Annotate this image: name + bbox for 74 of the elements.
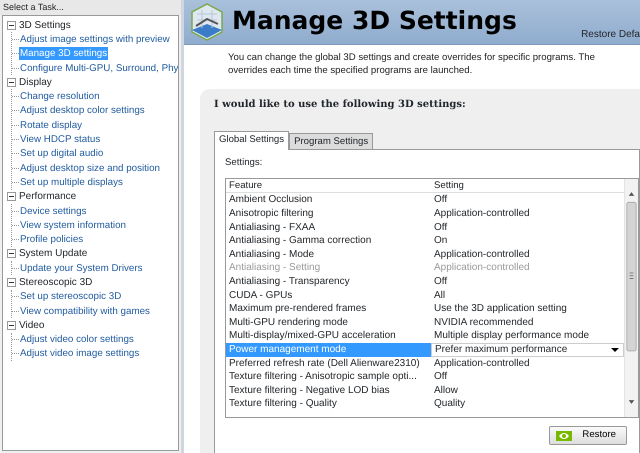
tree-link[interactable]: View system information xyxy=(19,218,127,232)
tree-link[interactable]: Set up digital audio xyxy=(19,147,104,160)
table-cell-text: Off xyxy=(433,220,448,234)
table-cell-text: Off xyxy=(433,193,448,207)
table-cell-text: Application-controlled xyxy=(433,206,531,221)
table-cell-text: All xyxy=(433,288,446,302)
tree-link[interactable]: Device settings xyxy=(19,204,88,218)
table-cell[interactable]: Antialiasing - Transparency xyxy=(226,274,431,289)
column-header[interactable]: Feature xyxy=(226,179,431,192)
collapse-toggle-icon[interactable] xyxy=(7,192,16,202)
table-cell-text: Application-controlled xyxy=(433,248,531,262)
tree-group-label[interactable]: Video xyxy=(19,318,44,333)
table-cell-text: Allow xyxy=(433,384,459,398)
settings-label: Settings: xyxy=(225,156,264,170)
tree-group-label[interactable]: Display xyxy=(19,74,52,90)
table-cell[interactable]: Antialiasing - FXAA xyxy=(226,220,431,234)
dropdown-caret-icon[interactable] xyxy=(611,348,619,352)
tree-group-label[interactable]: Performance xyxy=(19,189,76,204)
table-cell[interactable]: Anisotropic filtering xyxy=(226,206,431,221)
table-cell-text: Application-controlled xyxy=(433,356,531,370)
tree-link[interactable]: Adjust video image settings xyxy=(19,347,140,360)
table-cell-text: Quality xyxy=(433,397,466,411)
tree-link[interactable]: Set up multiple displays xyxy=(19,176,124,189)
table-cell-text: Application-controlled xyxy=(433,261,531,275)
table-cell[interactable]: Ambient Occlusion xyxy=(226,193,431,207)
table-cell[interactable]: CUDA - GPUs xyxy=(226,288,431,302)
column-header[interactable]: Setting xyxy=(431,179,624,192)
restore-defaults-link[interactable]: Restore Defa xyxy=(581,27,640,42)
table-cell-text: Off xyxy=(433,274,448,289)
logo-icon xyxy=(556,430,572,441)
table-cell-text: Off xyxy=(433,370,448,384)
table-cell-text: Multiple display performance mode xyxy=(433,329,590,343)
table-cell[interactable]: Antialiasing - Gamma correction xyxy=(226,234,431,248)
table-cell[interactable]: Maximum pre-rendered frames xyxy=(226,302,431,316)
tree-link[interactable]: Change resolution xyxy=(19,90,101,104)
scrollbar[interactable] xyxy=(624,179,638,418)
cube-logo-icon xyxy=(190,2,224,42)
tree-link[interactable]: View HDCP status xyxy=(19,133,102,146)
collapse-toggle-icon[interactable] xyxy=(7,320,16,330)
tree-group-label[interactable]: Stereoscopic 3D xyxy=(19,275,92,290)
tree-link[interactable]: Update your System Drivers xyxy=(19,262,144,275)
tree-link[interactable]: Adjust video color settings xyxy=(19,333,135,346)
table-cell[interactable]: Multi-display/mixed-GPU acceleration xyxy=(226,329,431,343)
table-cell[interactable]: Antialiasing - Mode xyxy=(226,248,431,262)
table-cell-text: Use the 3D application setting xyxy=(433,302,568,316)
collapse-toggle-icon[interactable] xyxy=(7,20,16,30)
tree-link[interactable]: Rotate display xyxy=(19,118,84,132)
panel-heading: I would like to use the following 3D settings: xyxy=(214,98,467,112)
tree-link[interactable]: Adjust desktop size and position xyxy=(19,162,161,175)
table-cell-text: NVIDIA recommended xyxy=(433,316,534,330)
tree-link[interactable]: Adjust desktop color settings xyxy=(19,104,146,118)
tree-link[interactable]: View compatibility with games xyxy=(19,304,151,318)
setting-dropdown[interactable]: Prefer maximum performance xyxy=(431,342,624,357)
page-title: Manage 3D Settings xyxy=(232,6,517,36)
tab[interactable]: Program Settings xyxy=(289,133,374,149)
table-cell[interactable]: Texture filtering - Negative LOD bias xyxy=(226,384,431,398)
table-cell[interactable]: Texture filtering - Quality xyxy=(226,397,431,411)
description-text: You can change the global 3D settings and create overrides for specific programs. The overrides each time the specified programs are launched. xyxy=(227,51,596,77)
tab[interactable]: Global Settings xyxy=(214,131,290,150)
table-cell[interactable]: Texture filtering - Anisotropic sample opti... xyxy=(226,370,431,384)
tree-group-label[interactable]: System Update xyxy=(19,246,88,262)
restore-button[interactable]: Restore xyxy=(549,426,627,445)
tree-link[interactable]: Adjust image settings with preview xyxy=(19,32,171,46)
tree-group-label[interactable]: 3D Settings xyxy=(19,18,71,33)
table-cell[interactable]: Preferred refresh rate (Dell Alienware2310) xyxy=(226,356,431,370)
collapse-toggle-icon[interactable] xyxy=(7,278,16,287)
pane-title: Select a Task... xyxy=(0,0,181,15)
table-cell-text: On xyxy=(433,234,448,248)
dropdown-value: Prefer maximum performance xyxy=(435,342,568,357)
collapse-toggle-icon[interactable] xyxy=(7,78,16,87)
collapse-toggle-icon[interactable] xyxy=(7,249,16,258)
table-cell[interactable]: Multi-GPU rendering mode xyxy=(226,316,431,330)
tree-link[interactable]: Profile policies xyxy=(19,233,84,246)
tree-link[interactable]: Set up stereoscopic 3D xyxy=(19,290,122,304)
